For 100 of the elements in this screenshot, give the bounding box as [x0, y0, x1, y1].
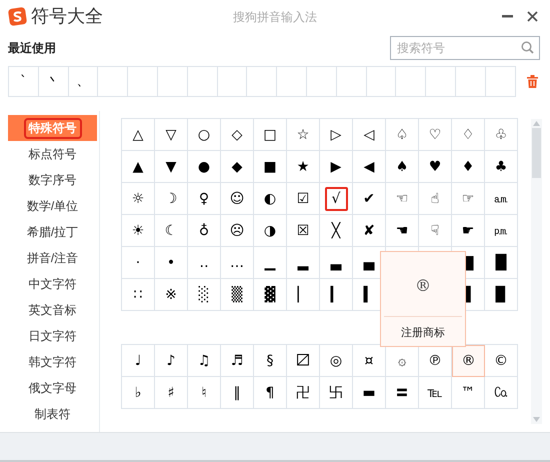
symbol-cell[interactable]: ♫: [188, 345, 221, 377]
symbol-cell[interactable]: ☛: [452, 215, 485, 247]
symbol-cell[interactable]: •: [155, 247, 188, 279]
symbol-cell[interactable]: ♦: [452, 151, 485, 183]
symbol-cell[interactable]: …: [221, 247, 254, 279]
symbol-cell[interactable]: ▶: [320, 151, 353, 183]
category-tab[interactable]: 标点符号: [8, 141, 97, 167]
symbol-cell[interactable]: ·: [122, 247, 155, 279]
symbol-cell[interactable]: ☟: [419, 215, 452, 247]
symbol-cell[interactable]: 卐: [320, 377, 353, 409]
symbol-cell[interactable]: ™: [452, 377, 485, 409]
symbol-cell[interactable]: ℗: [419, 345, 452, 377]
symbol-cell[interactable]: ☒: [287, 215, 320, 247]
symbol-cell[interactable]: ◁: [353, 119, 386, 151]
symbol-cell[interactable]: ‖: [221, 377, 254, 409]
category-tab[interactable]: 制表符: [8, 401, 97, 427]
scroll-up-icon[interactable]: [533, 121, 540, 126]
symbol-cell[interactable]: ♬: [221, 345, 254, 377]
search-field[interactable]: 搜索符号: [390, 36, 540, 60]
symbol-cell[interactable]: ♀: [188, 183, 221, 215]
symbol-cell[interactable]: ▲: [122, 151, 155, 183]
symbol-cell[interactable]: ㏇: [485, 377, 518, 409]
symbol-cell[interactable]: ▓: [254, 279, 287, 311]
symbol-cell[interactable]: ♣: [485, 151, 518, 183]
symbol-cell[interactable]: ¤: [353, 345, 386, 377]
symbol-cell[interactable]: ♪: [155, 345, 188, 377]
category-tab[interactable]: 俄文字母: [8, 375, 97, 401]
symbol-cell[interactable]: ◇: [221, 119, 254, 151]
category-tab[interactable]: 英文音标: [8, 297, 97, 323]
symbol-cell[interactable]: ▷: [320, 119, 353, 151]
symbol-cell[interactable]: ▉: [485, 279, 518, 311]
minimize-icon[interactable]: [502, 14, 513, 18]
symbol-cell[interactable]: ℡: [419, 377, 452, 409]
symbol-cell[interactable]: ¶: [254, 377, 287, 409]
symbol-cell[interactable]: ◀: [353, 151, 386, 183]
symbol-cell[interactable]: ♁: [188, 215, 221, 247]
symbol-cell[interactable]: ♡: [419, 119, 452, 151]
symbol-cell[interactable]: ☹: [221, 215, 254, 247]
search-icon[interactable]: [521, 41, 534, 54]
category-tab[interactable]: 韩文字符: [8, 349, 97, 375]
symbol-cell[interactable]: ░: [188, 279, 221, 311]
symbol-cell[interactable]: ♠: [386, 151, 419, 183]
symbol-cell[interactable]: ®: [452, 345, 485, 377]
symbol-cell[interactable]: ╳: [320, 215, 353, 247]
symbol-cell[interactable]: ㏘: [485, 215, 518, 247]
symbol-cell[interactable]: ☼: [122, 183, 155, 215]
symbol-cell[interactable]: ☀: [122, 215, 155, 247]
symbol-cell[interactable]: ☜: [386, 183, 419, 215]
symbol-cell[interactable]: ▼: [155, 151, 188, 183]
symbol-cell[interactable]: ▃: [320, 247, 353, 279]
symbol-cell[interactable]: ☆: [287, 119, 320, 151]
scrollbar[interactable]: [531, 119, 542, 424]
category-tab[interactable]: 数学/单位: [8, 193, 97, 219]
symbol-cell[interactable]: ‥: [188, 247, 221, 279]
symbol-cell[interactable]: ▒: [221, 279, 254, 311]
symbol-cell[interactable]: ■: [254, 151, 287, 183]
symbol-cell[interactable]: ✔: [353, 183, 386, 215]
symbol-cell[interactable]: ▁: [254, 247, 287, 279]
symbol-cell[interactable]: ♧: [485, 119, 518, 151]
symbol-cell[interactable]: ♤: [386, 119, 419, 151]
symbol-cell[interactable]: §: [254, 345, 287, 377]
symbol-cell[interactable]: ○: [188, 119, 221, 151]
symbol-cell[interactable]: ◎: [320, 345, 353, 377]
symbol-cell[interactable]: □: [254, 119, 287, 151]
symbol-cell[interactable]: █: [485, 247, 518, 279]
symbol-cell[interactable]: ㏂: [485, 183, 518, 215]
category-tab[interactable]: 日文字符: [8, 323, 97, 349]
symbol-cell[interactable]: ©: [485, 345, 518, 377]
symbol-cell[interactable]: ۞: [386, 345, 419, 377]
symbol-cell[interactable]: ☾: [155, 215, 188, 247]
category-tab[interactable]: 中文字符: [8, 271, 97, 297]
symbol-cell[interactable]: ♮: [188, 377, 221, 409]
symbol-cell[interactable]: ☑: [287, 183, 320, 215]
symbol-cell[interactable]: √: [320, 183, 353, 215]
symbol-cell[interactable]: △: [122, 119, 155, 151]
close-icon[interactable]: [527, 10, 538, 22]
scrollbar-thumb[interactable]: [532, 128, 541, 178]
symbol-cell[interactable]: ★: [287, 151, 320, 183]
symbol-cell[interactable]: ▏: [287, 279, 320, 311]
category-tab[interactable]: 希腊/拉丁: [8, 219, 97, 245]
symbol-cell[interactable]: ▎: [320, 279, 353, 311]
symbol-cell[interactable]: ▽: [155, 119, 188, 151]
symbol-cell[interactable]: ♢: [452, 119, 485, 151]
symbol-cell[interactable]: ※: [155, 279, 188, 311]
category-tab[interactable]: 数字序号: [8, 167, 97, 193]
scroll-down-icon[interactable]: [533, 417, 540, 422]
symbol-cell[interactable]: ☽: [155, 183, 188, 215]
symbol-cell[interactable]: ☺: [221, 183, 254, 215]
symbol-cell[interactable]: ∷: [122, 279, 155, 311]
symbol-cell[interactable]: ♭: [122, 377, 155, 409]
category-tab[interactable]: 拼音/注音: [8, 245, 97, 271]
symbol-cell[interactable]: ▬: [353, 377, 386, 409]
symbol-cell[interactable]: ●: [188, 151, 221, 183]
symbol-cell[interactable]: ☚: [386, 215, 419, 247]
symbol-cell[interactable]: ▂: [287, 247, 320, 279]
symbol-cell[interactable]: ♩: [122, 345, 155, 377]
symbol-cell[interactable]: ☞: [452, 183, 485, 215]
symbol-cell[interactable]: 卍: [287, 377, 320, 409]
symbol-cell[interactable]: ♥: [419, 151, 452, 183]
symbol-cell[interactable]: ◐: [254, 183, 287, 215]
